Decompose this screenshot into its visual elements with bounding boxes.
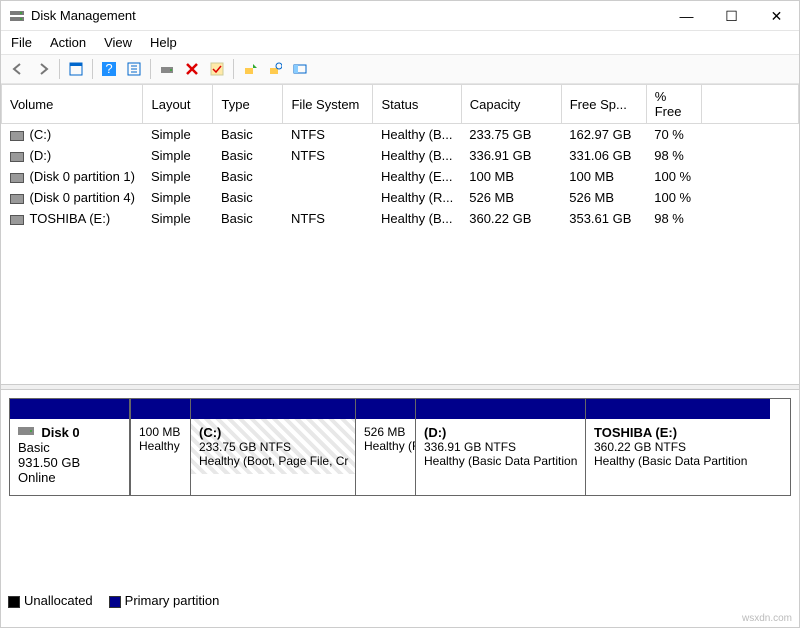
forward-button[interactable]: [32, 58, 54, 80]
disk-status: Online: [18, 470, 56, 485]
action2-button[interactable]: [264, 58, 286, 80]
volume-icon: [10, 131, 24, 141]
col-layout[interactable]: Layout: [143, 85, 213, 124]
menu-help[interactable]: Help: [150, 35, 177, 50]
partition[interactable]: (D:)336.91 GB NTFSHealthy (Basic Data Pa…: [415, 399, 585, 495]
disk-header[interactable]: Disk 0 Basic 931.50 GB Online: [10, 399, 130, 495]
col-capacity[interactable]: Capacity: [461, 85, 561, 124]
menu-view[interactable]: View: [104, 35, 132, 50]
disk-icon: [18, 425, 34, 437]
partition[interactable]: (C:)233.75 GB NTFSHealthy (Boot, Page Fi…: [190, 399, 355, 495]
disk-size: 931.50 GB: [18, 455, 80, 470]
volume-icon: [10, 152, 24, 162]
col-filesystem[interactable]: File System: [283, 85, 373, 124]
volume-icon: [10, 173, 24, 183]
back-button[interactable]: [7, 58, 29, 80]
disk-type: Basic: [18, 440, 50, 455]
toolbar-separator: [92, 59, 93, 79]
check-button[interactable]: [206, 58, 228, 80]
menu-action[interactable]: Action: [50, 35, 86, 50]
table-row[interactable]: (C:)SimpleBasicNTFSHealthy (B...233.75 G…: [2, 124, 799, 146]
refresh-button[interactable]: [156, 58, 178, 80]
graphical-view: Disk 0 Basic 931.50 GB Online 100 MBHeal…: [1, 390, 799, 510]
watermark: wsxdn.com: [742, 613, 792, 624]
minimize-button[interactable]: —: [664, 1, 709, 31]
col-empty[interactable]: [701, 85, 798, 124]
toolbar-separator: [150, 59, 151, 79]
table-row[interactable]: (D:)SimpleBasicNTFSHealthy (B...336.91 G…: [2, 145, 799, 166]
volume-list-panel: Volume Layout Type File System Status Ca…: [1, 84, 799, 384]
partition[interactable]: 526 MBHealthy (Rec: [355, 399, 415, 495]
col-volume[interactable]: Volume: [2, 85, 143, 124]
volume-icon: [10, 215, 24, 225]
col-freespace[interactable]: Free Sp...: [561, 85, 646, 124]
table-row[interactable]: (Disk 0 partition 1)SimpleBasicHealthy (…: [2, 166, 799, 187]
toolbar: ?: [1, 54, 799, 84]
col-pctfree[interactable]: % Free: [646, 85, 701, 124]
properties-button[interactable]: [123, 58, 145, 80]
svg-text:?: ?: [105, 62, 112, 76]
legend-unallocated: Unallocated: [24, 593, 93, 608]
table-row[interactable]: (Disk 0 partition 4)SimpleBasicHealthy (…: [2, 187, 799, 208]
action3-button[interactable]: [289, 58, 311, 80]
close-button[interactable]: ✕: [754, 1, 799, 31]
legend-unallocated-swatch: [8, 596, 20, 608]
legend: Unallocated Primary partition: [8, 593, 219, 608]
disk-row[interactable]: Disk 0 Basic 931.50 GB Online 100 MBHeal…: [9, 398, 791, 496]
legend-primary: Primary partition: [125, 593, 220, 608]
help-button[interactable]: ?: [98, 58, 120, 80]
maximize-button[interactable]: ☐: [709, 1, 754, 31]
titlebar: Disk Management — ☐ ✕: [1, 1, 799, 31]
partition[interactable]: 100 MBHealthy: [130, 399, 190, 495]
col-type[interactable]: Type: [213, 85, 283, 124]
legend-primary-swatch: [109, 596, 121, 608]
delete-button[interactable]: [181, 58, 203, 80]
col-status[interactable]: Status: [373, 85, 461, 124]
volume-table[interactable]: Volume Layout Type File System Status Ca…: [1, 84, 799, 229]
volume-icon: [10, 194, 24, 204]
partition[interactable]: TOSHIBA (E:)360.22 GB NTFSHealthy (Basic…: [585, 399, 770, 495]
table-row[interactable]: TOSHIBA (E:)SimpleBasicNTFSHealthy (B...…: [2, 208, 799, 229]
show-hide-tree-button[interactable]: [65, 58, 87, 80]
menu-file[interactable]: File: [11, 35, 32, 50]
menubar: File Action View Help: [1, 31, 799, 54]
disk-name: Disk 0: [41, 425, 79, 440]
toolbar-separator: [59, 59, 60, 79]
app-icon: [9, 8, 25, 24]
window-title: Disk Management: [31, 8, 664, 23]
action1-button[interactable]: [239, 58, 261, 80]
toolbar-separator: [233, 59, 234, 79]
